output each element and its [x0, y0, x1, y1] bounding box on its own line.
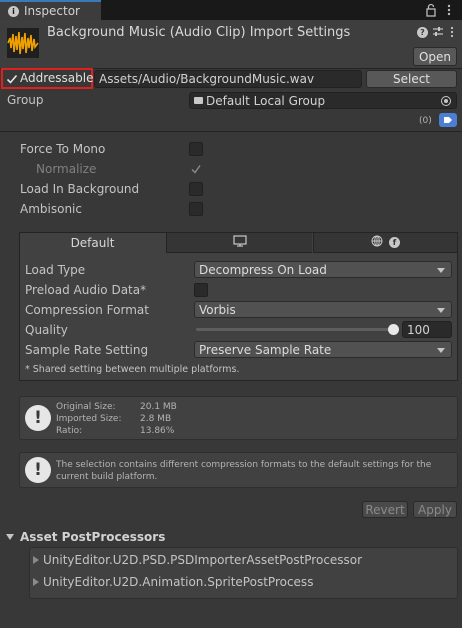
postprocessors-title[interactable]: Asset PostProcessors [20, 530, 165, 544]
addressable-divider [0, 131, 462, 132]
info-icon: ! [25, 405, 51, 431]
chevron-down-icon [437, 348, 445, 353]
postprocessor-item-arrow[interactable] [33, 578, 39, 586]
original-size-value: 20.1 MB [140, 402, 177, 412]
header-title: Background Music (Audio Clip) Import Set… [47, 25, 351, 40]
help-icon[interactable]: ? [417, 27, 428, 38]
monitor-icon [232, 235, 247, 250]
compression-label: Compression Format [25, 303, 149, 317]
group-value: Default Local Group [206, 93, 326, 108]
tab-web[interactable]: f [313, 233, 457, 253]
sample-rate-dropdown[interactable]: Preserve Sample Rate [194, 341, 452, 358]
info-icon: i [8, 5, 19, 17]
tab-default-label: Default [70, 236, 115, 250]
label-tag-icon[interactable] [439, 113, 457, 127]
quality-input[interactable]: 100 [402, 321, 452, 338]
tab-inspector[interactable]: i Inspector [0, 0, 101, 20]
more-icon[interactable] [449, 26, 455, 38]
presets-icon[interactable] [432, 26, 444, 38]
load-in-background-checkbox[interactable] [189, 182, 203, 196]
tab-default[interactable]: Default [20, 233, 165, 253]
normalize-checkbox [189, 162, 203, 176]
postprocessors-foldout-arrow[interactable] [6, 534, 14, 540]
warning-icon: ! [25, 457, 51, 483]
quality-slider-track[interactable] [196, 328, 394, 331]
folder-icon [194, 97, 203, 104]
postprocessor-item-arrow[interactable] [33, 556, 39, 564]
load-type-label: Load Type [25, 263, 86, 277]
normalize-label: Normalize [36, 162, 97, 176]
original-size-label: Original Size: [56, 402, 116, 412]
lock-icon[interactable] [425, 3, 437, 17]
addressable-path-field[interactable]: Assets/Audio/BackgroundMusic.wav [94, 70, 362, 88]
chevron-down-icon [437, 308, 445, 313]
globe-grid-icon [371, 235, 383, 250]
compression-dropdown[interactable]: Vorbis [194, 301, 452, 318]
warning-text: The selection contains different compres… [56, 460, 432, 482]
force-to-mono-label: Force To Mono [20, 142, 106, 156]
load-in-background-label: Load In Background [20, 182, 140, 196]
postprocessor-item[interactable]: UnityEditor.U2D.PSD.PSDImporterAssetPost… [43, 553, 362, 567]
facebook-icon: f [389, 237, 400, 248]
postprocessor-item[interactable]: UnityEditor.U2D.Animation.SpritePostProc… [43, 575, 313, 589]
addressable-label: Addressable [20, 71, 94, 85]
ratio-value: 13.86% [140, 426, 175, 436]
labels-count: (0) [419, 116, 432, 126]
addressable-checkbox[interactable] [6, 73, 18, 85]
sample-rate-value: Preserve Sample Rate [199, 342, 332, 357]
group-field[interactable]: Default Local Group [189, 92, 457, 109]
target-icon[interactable] [441, 96, 451, 106]
group-label: Group [7, 93, 44, 107]
quality-slider-handle[interactable] [388, 324, 399, 335]
imported-size-label: Imported Size: [56, 414, 122, 424]
imported-size-value: 2.8 MB [140, 414, 172, 424]
apply-button[interactable]: Apply [413, 501, 457, 518]
ambisonic-checkbox[interactable] [189, 202, 203, 216]
preload-label: Preload Audio Data* [25, 283, 147, 297]
force-to-mono-checkbox[interactable] [189, 142, 203, 156]
load-type-value: Decompress On Load [199, 262, 327, 277]
load-type-dropdown[interactable]: Decompress On Load [194, 261, 452, 278]
sample-rate-label: Sample Rate Setting [25, 343, 149, 357]
tab-menu-icon[interactable] [444, 3, 454, 17]
preload-checkbox[interactable] [194, 283, 208, 297]
audio-clip-icon [7, 28, 39, 58]
select-button[interactable]: Select [366, 70, 457, 88]
open-button[interactable]: Open [413, 47, 457, 66]
tab-label: Inspector [24, 4, 80, 18]
chevron-down-icon [437, 268, 445, 273]
tab-standalone[interactable] [166, 233, 312, 253]
revert-button[interactable]: Revert [362, 501, 408, 518]
ratio-label: Ratio: [56, 426, 83, 436]
quality-label: Quality [25, 323, 68, 337]
compression-value: Vorbis [199, 302, 236, 317]
ambisonic-label: Ambisonic [20, 202, 82, 216]
shared-note: * Shared setting between multiple platfo… [25, 364, 240, 375]
